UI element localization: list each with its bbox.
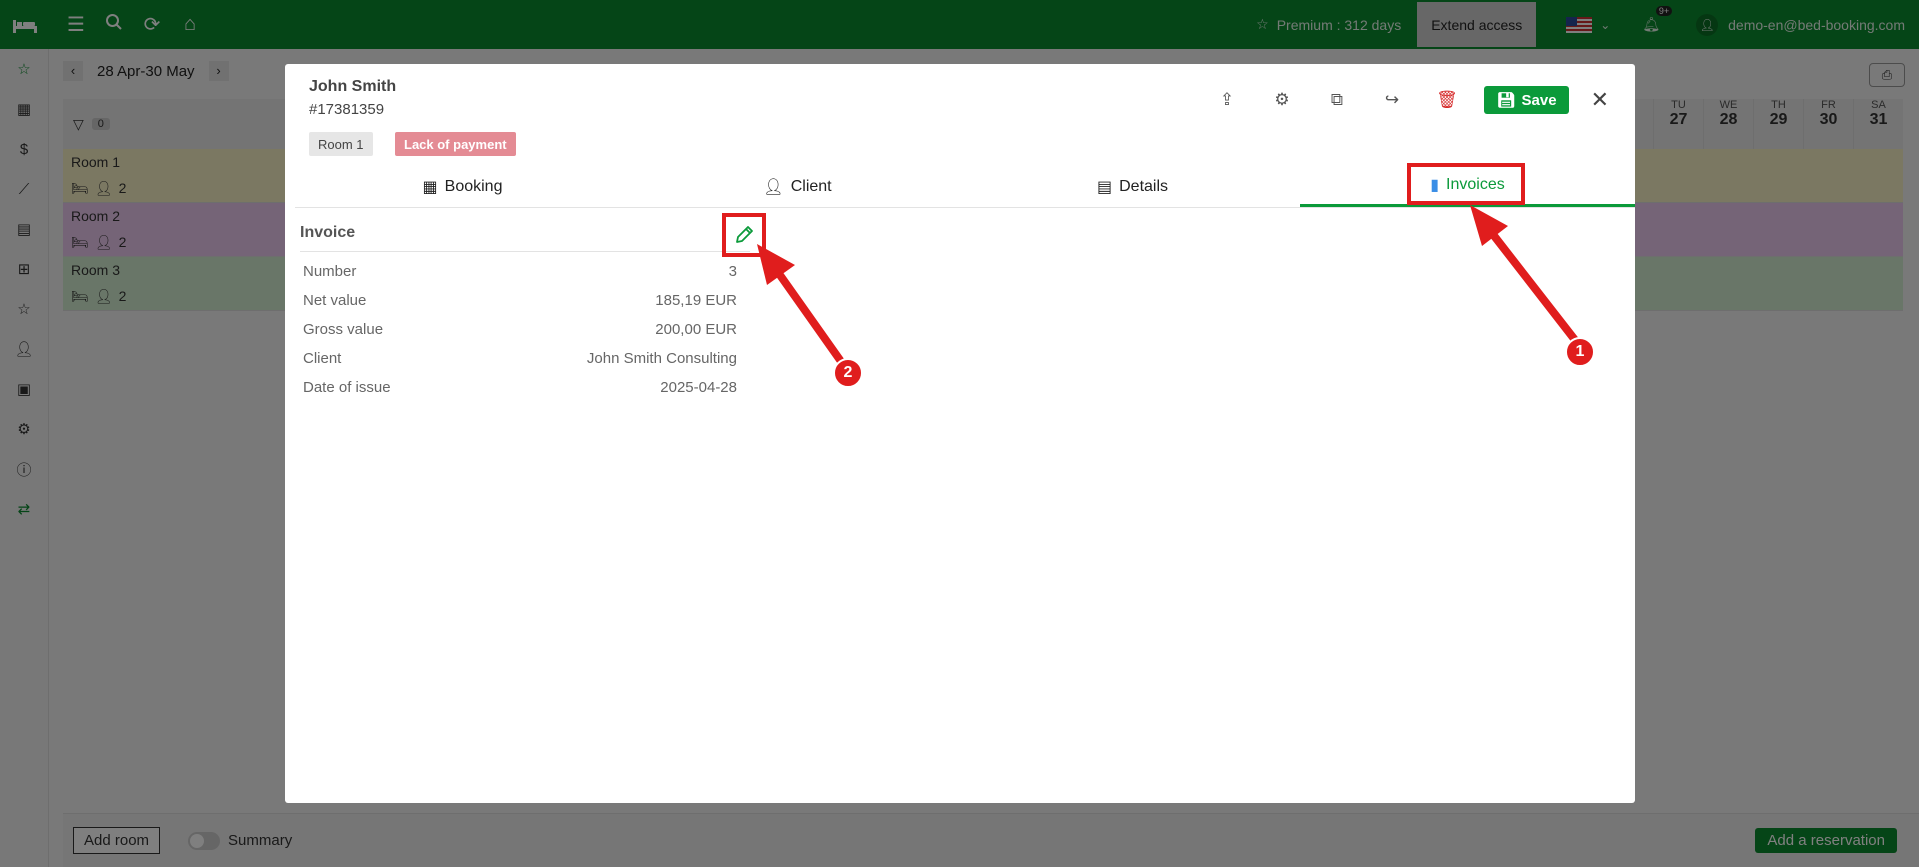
annotation-arrows <box>757 205 1579 364</box>
arrow-1 <box>1470 205 1579 344</box>
step-badge-1: 1 <box>1565 337 1595 367</box>
step-badge-2: 2 <box>833 358 863 388</box>
arrow-2 <box>757 244 844 364</box>
